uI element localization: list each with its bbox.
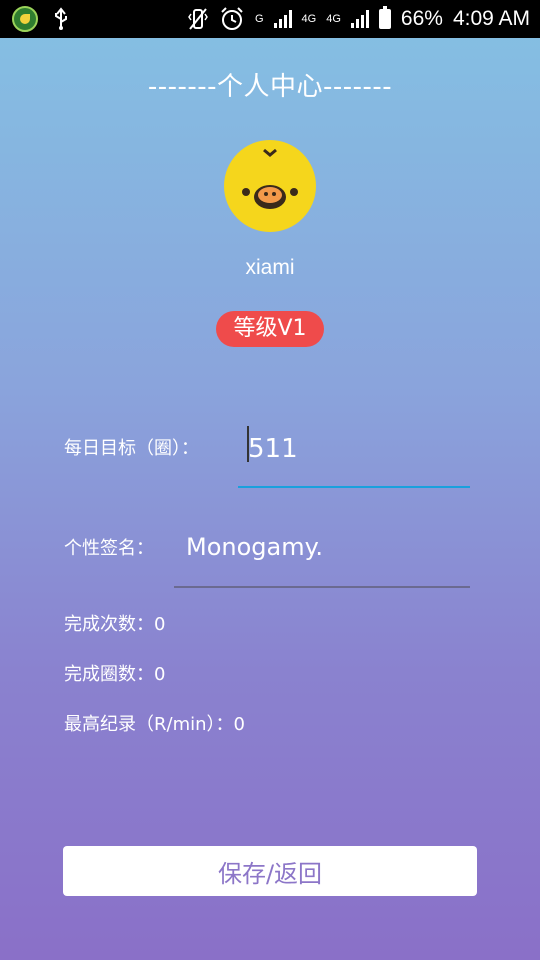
- network-type-label: G: [254, 13, 264, 25]
- daily-goal-label: 每日目标（圈）：: [64, 438, 199, 459]
- network-type-label-3: 4G: [326, 13, 341, 25]
- battery-icon: [378, 6, 391, 29]
- text-cursor: [247, 426, 249, 462]
- completed-laps-text: 完成圈数：0: [64, 664, 166, 685]
- vibrate-icon: [188, 8, 208, 30]
- best-record-text: 最高纪录（R/min）：0: [64, 714, 245, 735]
- signature-label: 个性签名：: [64, 538, 154, 559]
- status-bar: G 4G 4G 66% 4:09 AM: [0, 0, 540, 38]
- clock: 4:09 AM: [452, 7, 530, 30]
- alarm-icon: [221, 7, 243, 30]
- music-app-icon: [12, 6, 38, 32]
- signal-icon-2: [350, 10, 369, 28]
- username: xiami: [245, 256, 295, 279]
- profile-screen: G 4G 4G 66% 4:09 AM -------个人中心------- x…: [0, 0, 540, 960]
- avatar[interactable]: [224, 140, 316, 232]
- signature-input[interactable]: [174, 522, 470, 588]
- daily-goal-input[interactable]: [238, 422, 470, 488]
- status-left: [12, 6, 70, 32]
- status-right: G 4G 4G 66% 4:09 AM: [187, 0, 530, 38]
- network-type-label-2: 4G: [301, 13, 317, 25]
- battery-percent: 66%: [400, 7, 443, 30]
- signal-icon: [273, 10, 292, 28]
- page-title: -------个人中心-------: [147, 72, 393, 102]
- chick-avatar-icon: [242, 148, 298, 209]
- level-badge: 等级V1: [216, 311, 324, 347]
- usb-icon: [55, 7, 67, 30]
- save-return-button[interactable]: 保存/返回: [63, 846, 477, 896]
- completed-times-text: 完成次数：0: [64, 614, 166, 635]
